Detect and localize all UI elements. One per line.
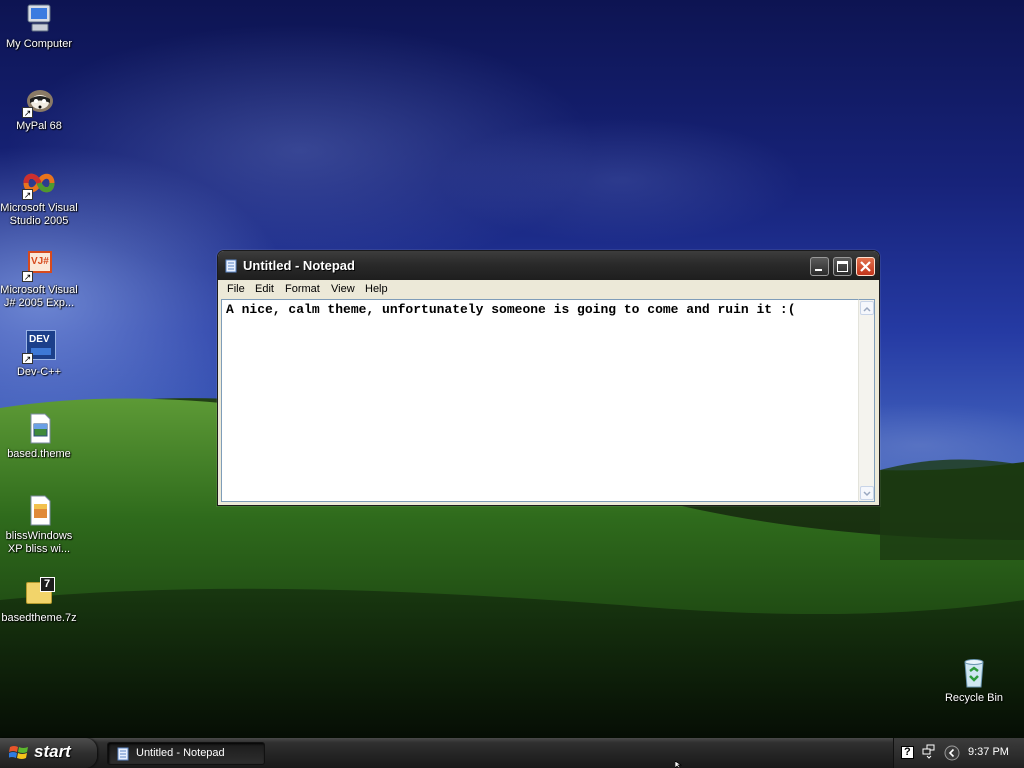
shortcut-arrow-icon: ↗ — [22, 353, 33, 364]
system-tray: ? 9:37 PM — [893, 738, 1024, 768]
taskbar: start Untitled - Notepad ? 9:37 PM — [0, 738, 1024, 768]
notepad-icon — [225, 259, 237, 273]
clock[interactable]: 9:37 PM — [968, 746, 1009, 758]
shortcut-arrow-icon: ↗ — [22, 271, 33, 282]
taskbar-item-label: Untitled - Notepad — [136, 747, 225, 759]
chevron-down-icon — [863, 491, 871, 497]
help-icon[interactable]: ? — [901, 746, 914, 759]
shortcut-arrow-icon: ↗ — [22, 107, 33, 118]
menu-bar: File Edit Format View Help — [221, 280, 876, 299]
windows-logo-icon — [9, 746, 28, 759]
desktop-icon-my-computer[interactable]: My Computer — [0, 2, 78, 51]
my-computer-icon — [22, 2, 56, 36]
start-button[interactable]: start — [0, 738, 97, 768]
start-label: start — [34, 742, 71, 761]
desktop-icon-based-theme[interactable]: based.theme — [0, 412, 78, 461]
shortcut-arrow-icon: ↗ — [22, 189, 33, 200]
maximize-icon — [837, 261, 848, 272]
visual-jsharp-icon: VJ# ↗ — [22, 248, 56, 282]
desktop-icon-recycle-bin[interactable]: Recycle Bin — [935, 656, 1013, 705]
desktop-icon-visual-jsharp[interactable]: VJ# ↗ Microsoft Visual J# 2005 Exp... — [0, 248, 78, 310]
mouse-cursor-icon — [675, 761, 683, 768]
7z-badge-text: 7 — [44, 578, 51, 590]
desktop-icon-label: basedtheme.7z — [1, 612, 77, 624]
notepad-icon — [117, 747, 129, 761]
recycle-bin-icon — [957, 656, 991, 690]
vertical-scrollbar[interactable] — [858, 299, 875, 502]
maximize-button[interactable] — [833, 257, 852, 276]
desktop-icon-label: Microsoft Visual J# 2005 Exp... — [0, 284, 78, 309]
help-icon-glyph: ? — [904, 746, 911, 758]
desktop-icon-label: My Computer — [5, 38, 73, 50]
desktop-icon-label: Microsoft Visual Studio 2005 — [0, 202, 78, 227]
desktop-icon-dev-cpp[interactable]: DEV ↗ Dev-C++ — [0, 330, 78, 379]
jsharp-badge-text: VJ# — [31, 256, 49, 267]
desktop-icon-label: Dev-C++ — [16, 366, 62, 378]
close-icon — [860, 261, 871, 272]
dev-cpp-icon: DEV ↗ — [22, 330, 56, 364]
desktop-icon-label: based.theme — [7, 448, 71, 460]
title-bar[interactable]: Untitled - Notepad — [218, 251, 879, 280]
menu-help[interactable]: Help — [365, 283, 388, 295]
desktop-icon-label: MyPal 68 — [16, 120, 62, 132]
7z-archive-icon: 7 — [22, 576, 56, 610]
desktop-icon-basedtheme-7z[interactable]: 7 basedtheme.7z — [0, 576, 78, 625]
scroll-up-button[interactable] — [860, 301, 874, 315]
visual-studio-icon: ↗ — [22, 166, 56, 200]
text-editor[interactable]: A nice, calm theme, unfortunately someon… — [221, 299, 859, 502]
scroll-down-button[interactable] — [860, 486, 874, 500]
desktop-icon-mypal[interactable]: ↗ MyPal 68 — [0, 84, 78, 133]
notepad-window[interactable]: Untitled - Notepad File Edit Format View… — [217, 250, 880, 506]
menu-format[interactable]: Format — [285, 283, 320, 295]
chevron-left-icon[interactable] — [944, 745, 960, 761]
theme-file-icon — [22, 412, 56, 446]
minimize-icon — [815, 269, 822, 271]
editor-content: A nice, calm theme, unfortunately someon… — [226, 302, 796, 317]
desktop-icon-label: blissWindows XP bliss wi... — [5, 530, 73, 555]
chevron-up-icon — [863, 306, 871, 312]
desktop-icon-label: Recycle Bin — [944, 692, 1004, 704]
menu-edit[interactable]: Edit — [255, 283, 274, 295]
desktop: My Computer ↗ MyPal 68 ↗ Microsoft Visua — [0, 0, 1024, 738]
desktop-icon-visual-studio[interactable]: ↗ Microsoft Visual Studio 2005 — [0, 166, 78, 228]
image-file-icon — [22, 494, 56, 528]
window-title: Untitled - Notepad — [243, 258, 355, 273]
minimize-button[interactable] — [810, 257, 829, 276]
menu-view[interactable]: View — [331, 283, 355, 295]
menu-file[interactable]: File — [227, 283, 245, 295]
desktop-icon-bliss-image[interactable]: blissWindows XP bliss wi... — [0, 494, 78, 556]
close-button[interactable] — [856, 257, 875, 276]
mypal-icon: ↗ — [22, 84, 56, 118]
network-icon[interactable] — [922, 744, 936, 760]
dev-badge-text: DEV — [29, 334, 50, 345]
taskbar-item-notepad[interactable]: Untitled - Notepad — [107, 742, 265, 765]
